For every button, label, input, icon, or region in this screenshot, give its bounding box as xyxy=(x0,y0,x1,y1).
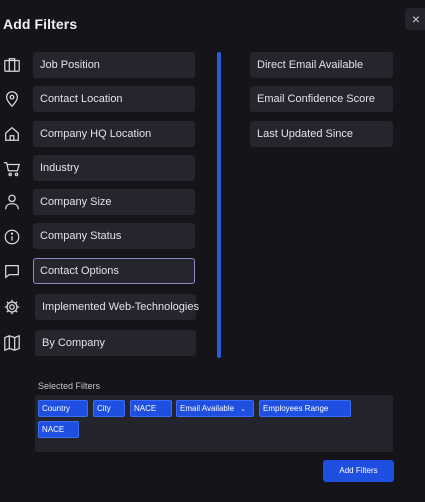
home-icon xyxy=(3,125,21,143)
map-icon xyxy=(3,334,21,352)
filter-by-company[interactable]: By Company xyxy=(35,330,196,356)
user-icon xyxy=(3,193,21,211)
chip-email-available[interactable]: Email Available ⌄ xyxy=(176,400,254,417)
filter-company-hq-location[interactable]: Company HQ Location xyxy=(33,121,195,147)
info-icon xyxy=(3,228,21,246)
chip-employees-range[interactable]: Employees Range xyxy=(259,400,351,417)
filter-direct-email-available[interactable]: Direct Email Available xyxy=(250,52,393,78)
chat-icon xyxy=(3,262,21,280)
chip-nace-2[interactable]: NACE xyxy=(38,421,79,438)
add-filters-modal: Add Filters × Job Position Contact Locat… xyxy=(0,0,425,502)
filter-contact-options[interactable]: Contact Options xyxy=(33,258,195,284)
briefcase-icon xyxy=(3,56,21,74)
cart-icon xyxy=(3,160,21,178)
chip-city[interactable]: City xyxy=(93,400,125,417)
filter-contact-location[interactable]: Contact Location xyxy=(33,86,195,112)
filter-industry[interactable]: Industry xyxy=(33,155,195,181)
filter-implemented-web-technologies[interactable]: Implemented Web-Technologies xyxy=(35,294,199,320)
close-button[interactable]: × xyxy=(405,8,425,30)
add-filters-button[interactable]: Add Filters xyxy=(323,460,394,482)
filter-email-confidence-score[interactable]: Email Confidence Score xyxy=(250,86,393,112)
chip-nace[interactable]: NACE xyxy=(130,400,172,417)
selected-filters-label: Selected Filters xyxy=(38,381,101,391)
chevron-down-icon: ⌄ xyxy=(240,406,246,413)
selected-filters-box: Country City NACE Email Available ⌄ Emplo… xyxy=(35,395,393,452)
chip-email-available-label: Email Available xyxy=(180,404,235,413)
filter-company-size[interactable]: Company Size xyxy=(33,189,195,215)
chip-country[interactable]: Country xyxy=(38,400,88,417)
modal-title: Add Filters xyxy=(3,16,78,32)
location-pin-icon xyxy=(3,90,21,108)
filter-job-position[interactable]: Job Position xyxy=(33,52,195,78)
filter-last-updated-since[interactable]: Last Updated Since xyxy=(250,121,393,147)
filter-company-status[interactable]: Company Status xyxy=(33,223,195,249)
filters-scrollbar[interactable] xyxy=(217,52,221,358)
gear-icon xyxy=(3,298,21,316)
